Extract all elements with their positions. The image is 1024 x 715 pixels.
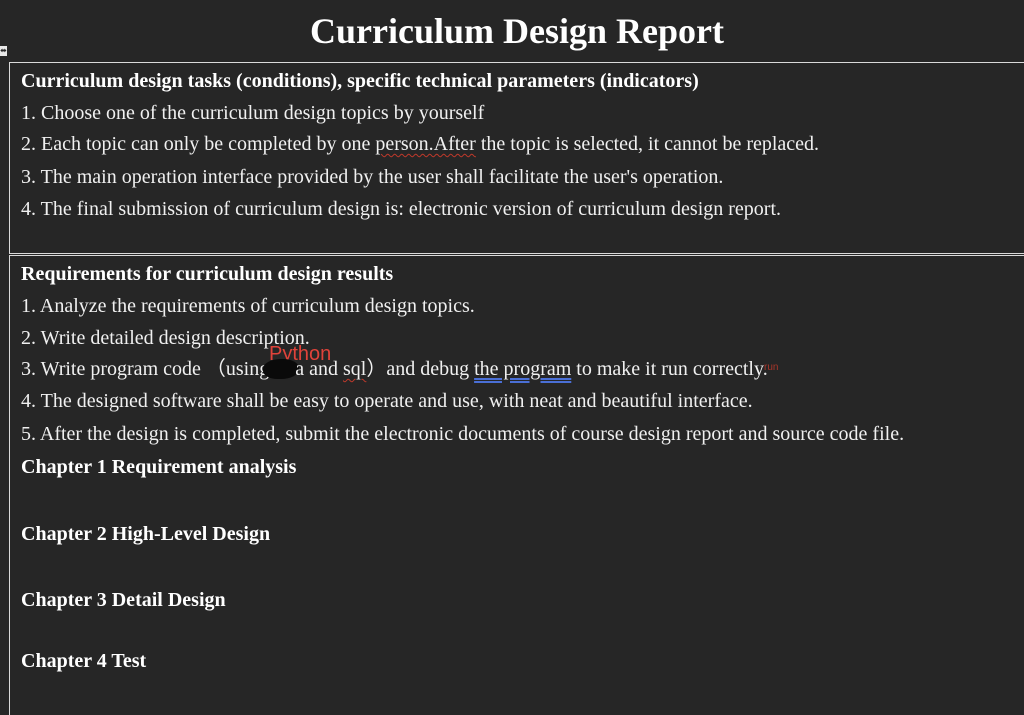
- requirement-item-3-e: the program: [474, 358, 572, 380]
- redaction-mark-icon: [263, 359, 300, 379]
- requirement-item-3: 3. Write program code （using a and sql）an…: [21, 356, 768, 382]
- task-section-heading: Curriculum design tasks (conditions), sp…: [21, 70, 699, 92]
- requirement-item-2: 2. Write detailed design description.: [21, 327, 310, 349]
- task-item-2: 2. Each topic can only be completed by o…: [21, 131, 819, 157]
- chapter-3-heading: Chapter 3 Detail Design: [21, 589, 226, 611]
- requirements-heading: Requirements for curriculum design resul…: [21, 263, 394, 285]
- requirements-section-box: [9, 255, 1024, 715]
- spellcheck-flagged-word: person.After: [375, 133, 476, 155]
- requirement-item-3-g: correctly.: [692, 358, 768, 380]
- requirement-item-3-b: a and: [295, 358, 343, 380]
- task-item-4: 4. The final submission of curriculum de…: [21, 198, 782, 220]
- table-move-handle-icon[interactable]: ⬌: [0, 46, 7, 56]
- requirement-item-3-a: 3. Write program code （using: [21, 358, 270, 380]
- task-item-1: 1. Choose one of the curriculum design t…: [21, 102, 485, 124]
- chapter-1-heading: Chapter 1 Requirement analysis: [21, 456, 297, 478]
- requirement-item-5: 5. After the design is completed, submit…: [21, 423, 905, 445]
- chapter-4-heading: Chapter 4 Test: [21, 650, 147, 672]
- task-item-3: 3. The main operation interface provided…: [21, 166, 724, 188]
- requirement-item-3-d: ）and debug: [366, 358, 475, 380]
- report-title: Curriculum Design Report: [310, 11, 724, 51]
- requirement-item-3-sql: sql: [342, 358, 367, 380]
- task-item-2-after: the topic is selected, it cannot be repl…: [475, 133, 820, 155]
- requirement-item-4: 4. The designed software shall be easy t…: [21, 390, 753, 412]
- requirement-item-3-f: to make it run: [571, 358, 693, 380]
- requirement-item-1: 1. Analyze the requirements of curriculu…: [21, 295, 475, 317]
- chapter-2-heading: Chapter 2 High-Level Design: [21, 523, 271, 545]
- task-item-2-before: 2. Each topic can only be completed by o…: [21, 133, 376, 155]
